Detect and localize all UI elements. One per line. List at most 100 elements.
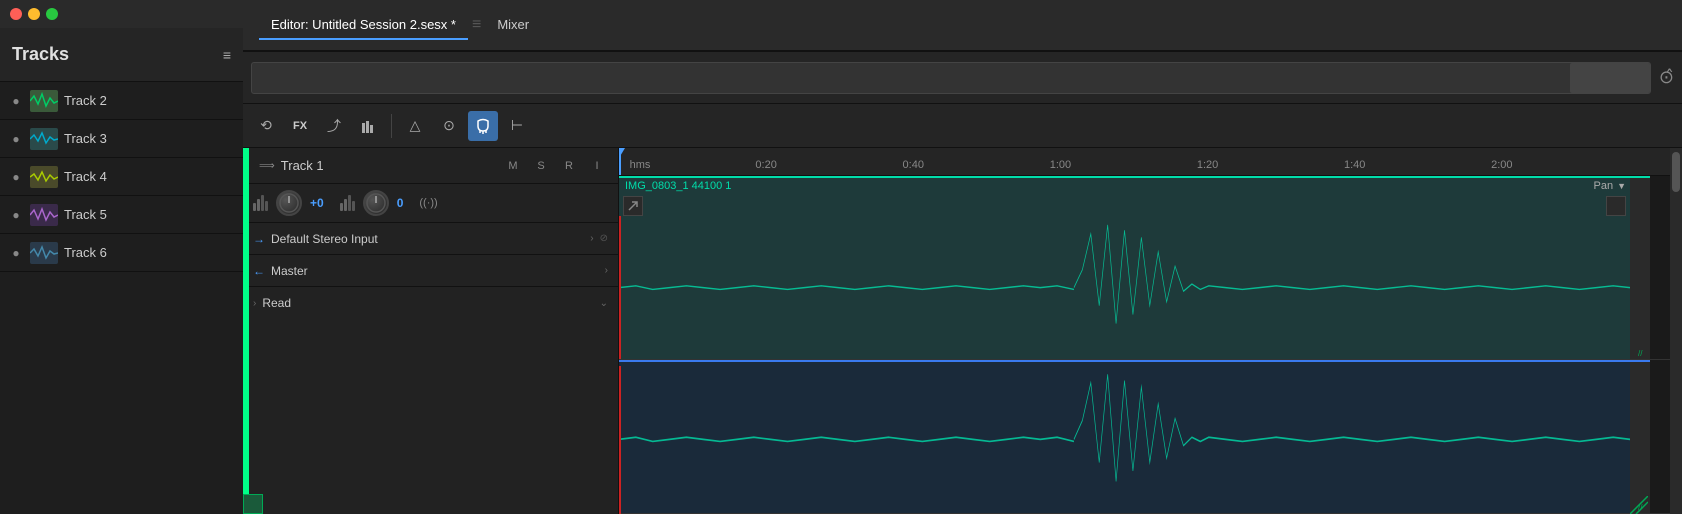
visibility-icon-track3[interactable]: ● xyxy=(8,132,24,146)
clip1-label: IMG_0803_1 44100 1 xyxy=(625,180,731,192)
pan-knob[interactable] xyxy=(363,190,389,216)
tracks-menu-icon[interactable]: ≡ xyxy=(223,47,231,63)
red-line-1 xyxy=(619,216,621,359)
wave-thumb-track2 xyxy=(30,90,58,112)
overview-thumb[interactable] xyxy=(1570,63,1650,93)
timeline-area: ⟹ Track 1 M S R I xyxy=(243,148,1682,514)
waveform-track1[interactable]: IMG_0803_1 44100 1 Pan ▼ xyxy=(619,176,1670,360)
solo-button[interactable]: S xyxy=(530,155,552,177)
sidebar-item-track4[interactable]: ● Track 4 xyxy=(0,158,243,196)
ruler-marker-140: 1:40 xyxy=(1344,159,1365,171)
marker-tool-button[interactable]: ⊢ xyxy=(502,111,532,141)
end-marker-red xyxy=(619,474,621,514)
levels-button[interactable] xyxy=(353,111,383,141)
overview-settings-icon[interactable]: ⊙̂ xyxy=(1659,67,1674,88)
close-button[interactable] xyxy=(10,8,22,20)
tab-editor[interactable]: Editor: Untitled Session 2.sesx * xyxy=(259,11,468,40)
scroll-thumb[interactable] xyxy=(1672,152,1680,192)
track-expand-icon[interactable]: ⟹ xyxy=(259,159,275,172)
clip1-end-marker: // xyxy=(1630,178,1650,359)
pan-value: 0 xyxy=(397,196,404,210)
track2-label: Track 2 xyxy=(64,93,107,108)
input-arrow-icon: → xyxy=(253,232,265,246)
ruler-marker-020: 0:20 xyxy=(755,159,776,171)
clip-corner-icon xyxy=(623,196,643,216)
tab-editor-label: Editor: Untitled Session 2.sesx * xyxy=(271,17,456,32)
clip2[interactable]: // xyxy=(619,360,1650,513)
left-panel: Tracks ≡ ● Track 2 ● Track 3 ● Track 4 ● xyxy=(0,0,243,514)
playhead-head xyxy=(619,148,625,158)
track-list: ● Track 2 ● Track 3 ● Track 4 ● T xyxy=(0,82,243,514)
output-route-row[interactable]: ← Master › xyxy=(243,255,618,287)
sidebar-item-track2[interactable]: ● Track 2 xyxy=(0,82,243,120)
wave-thumb-track5 xyxy=(30,204,58,226)
volume-row: +0 0 xyxy=(253,190,608,216)
ruler-marker-120: 1:20 xyxy=(1197,159,1218,171)
fx-tool-button[interactable]: FX xyxy=(285,111,315,141)
waveform-svg-2 xyxy=(619,366,1630,513)
visibility-icon-track6[interactable]: ● xyxy=(8,246,24,260)
right-area: Editor: Untitled Session 2.sesx * ≡ Mixe… xyxy=(243,0,1682,514)
clip2-end-marker: // xyxy=(1630,362,1650,513)
mute-button[interactable]: M xyxy=(502,155,524,177)
automation-dropdown-icon[interactable]: ⌄ xyxy=(600,298,608,309)
input-chevron-icon: › xyxy=(590,233,593,244)
top-bar: Editor: Untitled Session 2.sesx * ≡ Mixe… xyxy=(243,0,1682,52)
track4-label: Track 4 xyxy=(64,169,107,184)
timeline-ruler: hms 0:20 0:40 1:00 1:20 1:40 2:00 xyxy=(619,148,1670,176)
visibility-icon-track2[interactable]: ● xyxy=(8,94,24,108)
waveform-canvas2 xyxy=(619,366,1630,513)
output-chevron-icon: › xyxy=(605,265,608,276)
minimize-button[interactable] xyxy=(28,8,40,20)
track-color-swatch[interactable] xyxy=(243,494,263,514)
pan-meter xyxy=(340,195,355,211)
sidebar-item-track3[interactable]: ● Track 3 xyxy=(0,120,243,158)
input-button[interactable]: I xyxy=(586,155,608,177)
sidebar-item-track6[interactable]: ● Track 6 xyxy=(0,234,243,272)
input-route-label: Default Stereo Input xyxy=(271,232,584,246)
track1-name: Track 1 xyxy=(281,158,496,173)
visibility-icon-track5[interactable]: ● xyxy=(8,208,24,222)
overview-bar: ⊙̂ xyxy=(243,52,1682,104)
waveform-canvas1 xyxy=(619,216,1630,359)
playhead[interactable] xyxy=(619,148,621,175)
track5-label: Track 5 xyxy=(64,207,107,222)
visibility-icon-track4[interactable]: ● xyxy=(8,170,24,184)
tracks-waveforms: IMG_0803_1 44100 1 Pan ▼ xyxy=(619,176,1670,514)
track3-label: Track 3 xyxy=(64,131,107,146)
ruler-marker-100: 1:00 xyxy=(1050,159,1071,171)
track6-label: Track 6 xyxy=(64,245,107,260)
input-meter xyxy=(253,195,268,211)
clip-stretch-button[interactable]: △ xyxy=(400,111,430,141)
end-diagonal-icon xyxy=(1630,496,1648,514)
overview-track[interactable] xyxy=(251,62,1651,94)
record-button[interactable]: R xyxy=(558,155,580,177)
tracks-header: Tracks ≡ xyxy=(0,28,243,82)
waveform-svg-1 xyxy=(619,216,1630,359)
tab-mixer[interactable]: Mixer xyxy=(485,11,541,40)
wave-thumb-track6 xyxy=(30,242,58,264)
pan-arrow-icon: ▼ xyxy=(1617,181,1626,191)
tab-menu-icon[interactable]: ≡ xyxy=(472,16,481,34)
tracks-panel-title: Tracks xyxy=(12,44,223,65)
auto-expand-icon[interactable]: › xyxy=(253,298,256,309)
vertical-scrollbar[interactable] xyxy=(1670,148,1682,514)
toolbar: ⟲ FX ⤴ △ ⊙ ⊢ xyxy=(243,104,1682,148)
title-bar xyxy=(0,0,243,28)
input-mute-icon[interactable]: ⊘ xyxy=(600,233,608,244)
multitrack-select-button[interactable]: ⤴ xyxy=(319,111,349,141)
waveform-track2[interactable]: // xyxy=(619,360,1670,514)
automation-row[interactable]: › Read ⌄ xyxy=(243,287,618,319)
input-route-row[interactable]: → Default Stereo Input › ⊘ xyxy=(243,223,618,255)
track1-header: ⟹ Track 1 M S R I xyxy=(243,148,618,184)
maximize-button[interactable] xyxy=(46,8,58,20)
sidebar-item-track5[interactable]: ● Track 5 xyxy=(0,196,243,234)
green-accent-bar xyxy=(243,148,249,514)
volume-knob[interactable] xyxy=(276,190,302,216)
snap-magnet-button[interactable] xyxy=(468,111,498,141)
loop-tool-button[interactable]: ⟲ xyxy=(251,111,281,141)
volume-value: +0 xyxy=(310,196,324,210)
waveform-area: hms 0:20 0:40 1:00 1:20 1:40 2:00 IMG_08… xyxy=(619,148,1670,514)
time-stretch-button[interactable]: ⊙ xyxy=(434,111,464,141)
clip1[interactable]: IMG_0803_1 44100 1 Pan ▼ xyxy=(619,176,1650,359)
